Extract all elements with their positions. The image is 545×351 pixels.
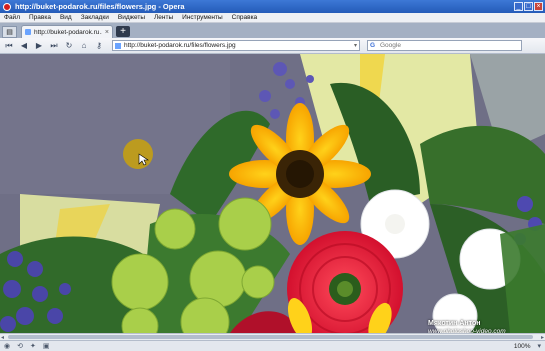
panels-icon: ▤ <box>6 29 13 36</box>
rewind-icon: ⏮ <box>5 40 13 50</box>
scrollbar-thumb[interactable] <box>8 335 533 339</box>
status-bar: ◉ ⟲ ✦ ▣ 100% ▾ <box>0 340 545 351</box>
rewind-button[interactable]: ⏮ <box>3 40 15 52</box>
home-button[interactable]: ⌂ <box>78 40 90 52</box>
address-favicon-icon <box>115 42 121 49</box>
lock-icon: ⚷ <box>96 41 102 50</box>
address-bar[interactable]: http://buket-podarok.ru/files/flowers.jp… <box>112 40 360 51</box>
watermark-name: Мякотин Антон <box>428 320 481 327</box>
menu-file[interactable]: Файл <box>4 14 20 21</box>
menu-widgets[interactable]: Виджеты <box>118 14 145 21</box>
menu-feeds[interactable]: Ленты <box>154 14 173 21</box>
menu-bar: Файл Правка Вид Закладки Виджеты Ленты И… <box>0 13 545 23</box>
zoom-level[interactable]: 100% <box>514 343 531 350</box>
panels-toggle-button[interactable]: ▤ <box>2 26 17 38</box>
address-url[interactable]: http://buket-podarok.ru/files/flowers.jp… <box>124 42 351 49</box>
zoom-dropdown-icon[interactable]: ▾ <box>537 342 541 350</box>
security-button[interactable]: ⚷ <box>93 40 105 52</box>
reload-icon: ↻ <box>65 41 73 50</box>
menu-bookmarks[interactable]: Закладки <box>81 14 109 21</box>
opera-logo-icon <box>3 2 11 11</box>
tab-label: http://buket-podarok.ru... <box>34 28 102 36</box>
horizontal-scrollbar[interactable]: ◂ ▸ <box>0 333 545 341</box>
tab-active[interactable]: http://buket-podarok.ru... × <box>21 25 113 38</box>
view-icon[interactable]: ▣ <box>43 342 50 350</box>
opera-menu-icon[interactable]: ◉ <box>4 342 10 350</box>
window-controls: _ □ × <box>514 2 543 11</box>
flowers-photo <box>0 54 545 333</box>
menu-tools[interactable]: Инструменты <box>182 14 223 21</box>
maximize-button[interactable]: □ <box>524 2 533 11</box>
cursor-highlight <box>123 139 153 169</box>
tab-bar: ▤ http://buket-podarok.ru... × + <box>0 23 545 38</box>
reload-button[interactable]: ↻ <box>63 40 75 52</box>
window-titlebar: http://buket-podarok.ru/files/flowers.jp… <box>0 0 545 13</box>
forward-button[interactable]: ▶ <box>33 40 45 52</box>
search-input[interactable] <box>380 41 500 50</box>
back-button[interactable]: ◀ <box>18 40 30 52</box>
forward-arrow-icon: ▶ <box>35 41 43 50</box>
back-arrow-icon: ◀ <box>20 41 28 50</box>
navigation-toolbar: ⏮ ◀ ▶ ⏭ ↻ ⌂ ⚷ http://buket-podarok.ru/fi… <box>0 38 545 54</box>
menu-view[interactable]: Вид <box>60 14 72 21</box>
menu-edit[interactable]: Правка <box>29 14 51 21</box>
close-window-button[interactable]: × <box>534 2 543 11</box>
page-favicon-icon <box>25 29 31 35</box>
fast-forward-icon: ⏭ <box>50 40 58 50</box>
home-icon: ⌂ <box>81 41 87 50</box>
turbo-icon[interactable]: ⟲ <box>17 342 23 350</box>
new-tab-button[interactable]: + <box>116 26 130 37</box>
address-dropdown-icon[interactable]: ▾ <box>354 42 357 49</box>
window-title: http://buket-podarok.ru/files/flowers.jp… <box>15 2 185 11</box>
google-icon[interactable]: G <box>370 42 377 49</box>
search-box[interactable]: G <box>367 40 522 51</box>
fast-forward-button[interactable]: ⏭ <box>48 40 60 52</box>
menu-help[interactable]: Справка <box>232 14 258 21</box>
page-viewport[interactable] <box>0 54 545 333</box>
minimize-button[interactable]: _ <box>514 2 523 11</box>
unite-icon[interactable]: ✦ <box>30 342 36 350</box>
tab-close-button[interactable]: × <box>105 29 109 36</box>
